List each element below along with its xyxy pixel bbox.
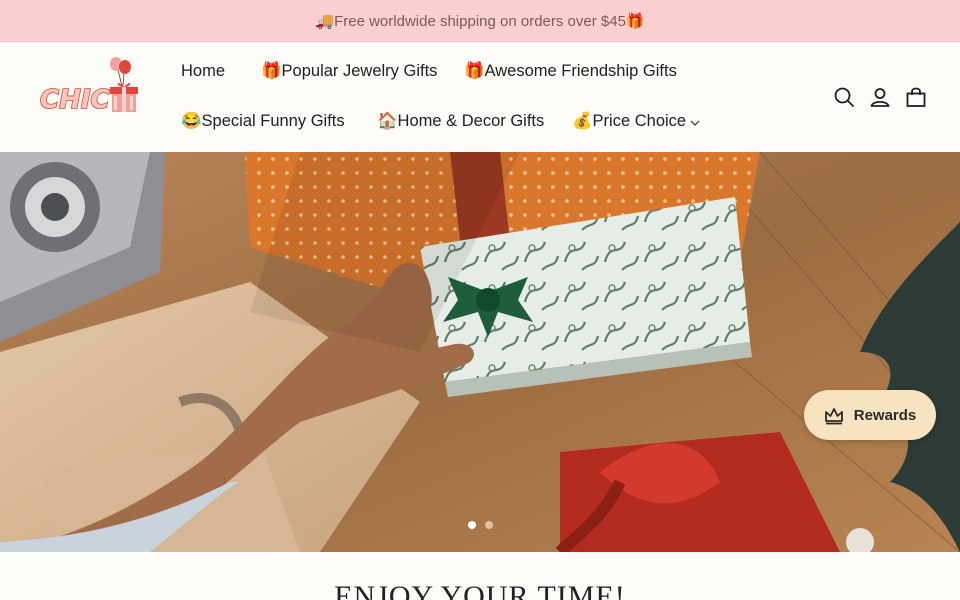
- intro-section: ENJOY YOUR TIME!: [0, 552, 960, 600]
- nav-home[interactable]: Home: [181, 62, 225, 81]
- nav-home-label: Home: [181, 62, 226, 80]
- nav-popular-jewelry-gifts[interactable]: 🎁Popular Jewelry Gifts: [261, 62, 437, 81]
- slide-dot-1[interactable]: [467, 521, 476, 529]
- logo-image: CHIC: [39, 57, 138, 116]
- logo-text: CHIC: [40, 85, 110, 115]
- nav-awesome-friendship-gifts[interactable]: 🎁Awesome Friendship Gifts: [464, 62, 677, 81]
- nav-awesome-friendship-gifts-label: 🎁Awesome Friendship Gifts: [464, 62, 677, 80]
- nav-home-decor-gifts-label: 🏠Home & Decor Gifts: [377, 112, 545, 130]
- hero-image: [0, 152, 960, 552]
- nav-home-decor-gifts[interactable]: 🏠Home & Decor Gifts: [377, 112, 544, 131]
- site-header: CHIC Home 🎁Popular Jewelry Gifts 🎁Awesom…: [0, 42, 960, 152]
- nav-special-funny-gifts-label: 😂Special Funny Gifts: [181, 112, 345, 130]
- cart-icon[interactable]: [905, 86, 927, 108]
- hero-slideshow[interactable]: Rewards: [0, 152, 960, 552]
- rewards-button[interactable]: Rewards: [804, 390, 936, 440]
- rewards-label: Rewards: [853, 406, 917, 424]
- slideshow-pagination: [0, 521, 960, 529]
- nav-special-funny-gifts[interactable]: 😂Special Funny Gifts: [181, 112, 345, 131]
- slide-dot-2[interactable]: [484, 521, 493, 529]
- logo[interactable]: CHIC: [36, 56, 144, 122]
- search-icon[interactable]: [833, 86, 855, 108]
- crown-icon: [824, 405, 844, 425]
- nav-popular-jewelry-gifts-label: 🎁Popular Jewelry Gifts: [261, 62, 438, 80]
- chevron-down-icon: [690, 112, 700, 131]
- announcement-text: 🚚Free worldwide shipping on orders over …: [315, 12, 645, 30]
- nav-price-choice[interactable]: 💰Price Choice: [572, 112, 700, 131]
- account-icon[interactable]: [869, 86, 891, 108]
- nav-price-choice-label: 💰Price Choice: [572, 112, 687, 130]
- section-heading: ENJOY YOUR TIME!: [334, 580, 626, 600]
- announcement-bar: 🚚Free worldwide shipping on orders over …: [0, 0, 960, 42]
